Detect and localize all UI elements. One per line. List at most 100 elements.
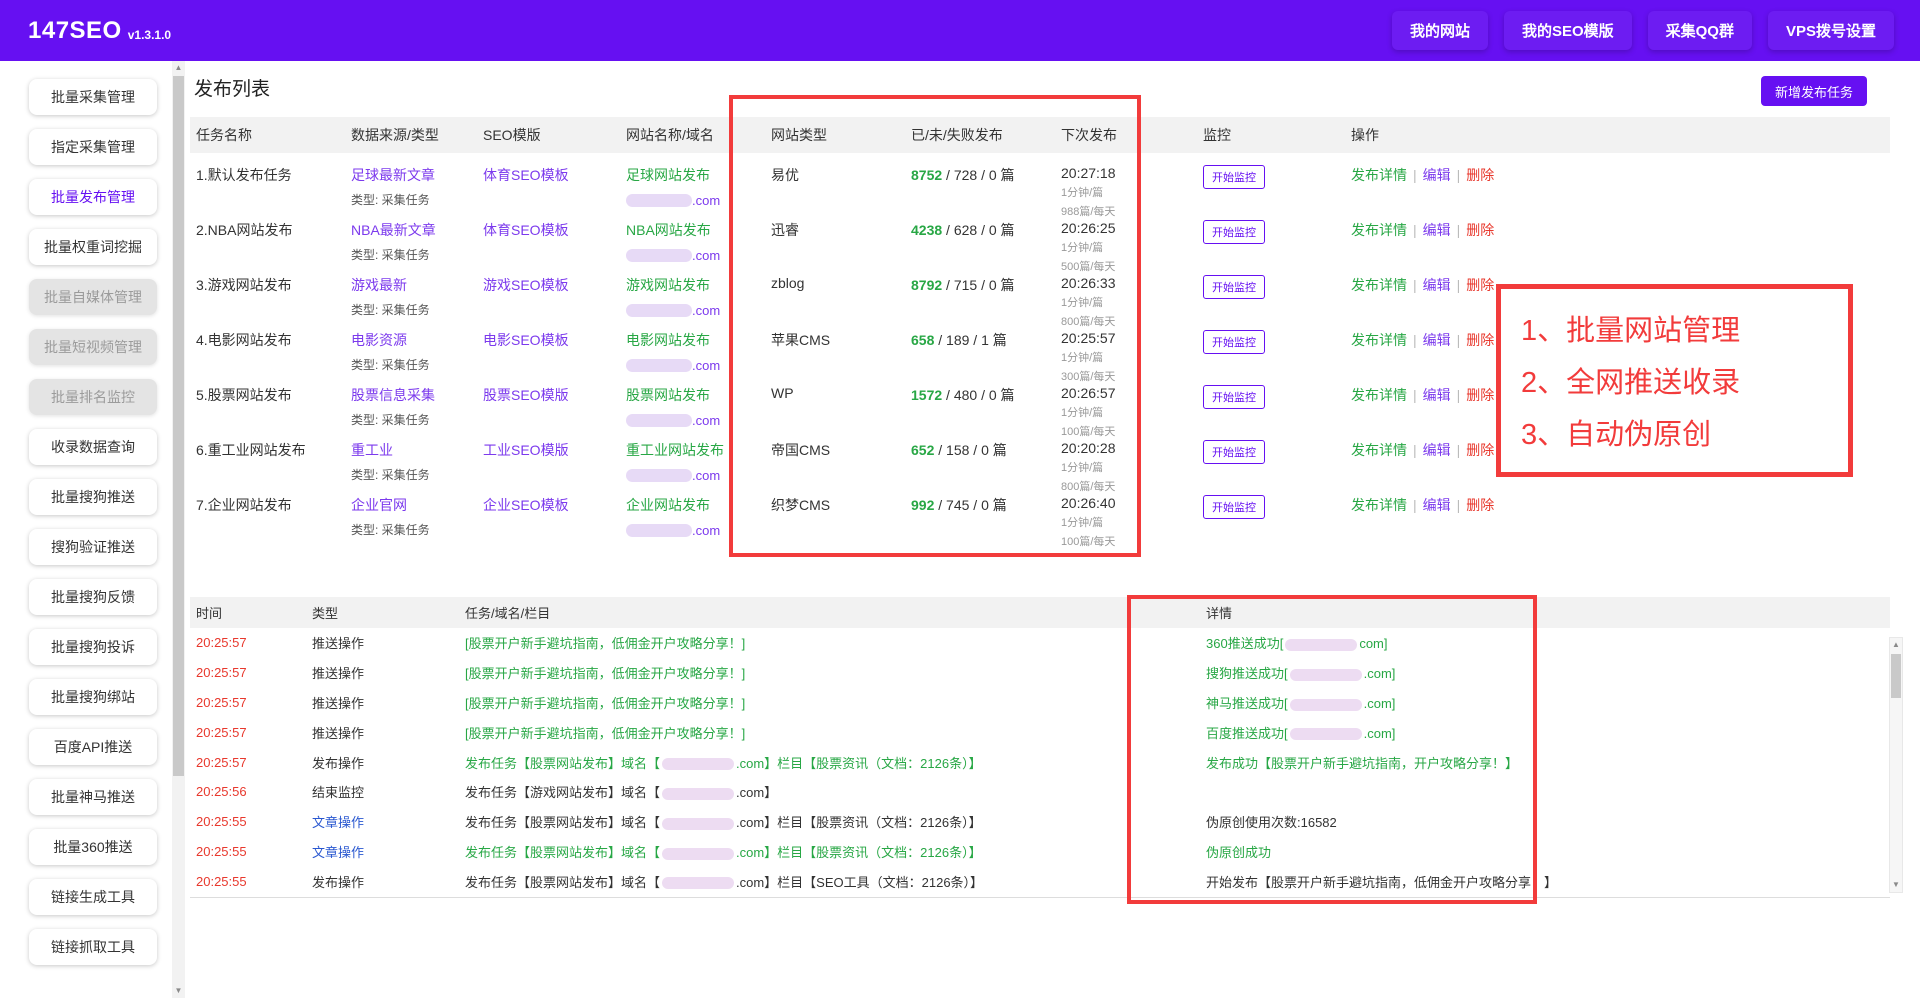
log-scrollbar[interactable]: ▲ ▼ — [1889, 637, 1903, 893]
publish-detail-link[interactable]: 发布详情 — [1351, 387, 1407, 403]
delete-link[interactable]: 删除 — [1466, 332, 1494, 348]
sidebar-item-batch-publish[interactable]: 批量发布管理 — [29, 179, 157, 215]
publish-rate: 1分钟/篇 — [1061, 294, 1191, 310]
delete-link[interactable]: 删除 — [1466, 167, 1494, 183]
start-monitor-button[interactable]: 开始监控 — [1203, 495, 1265, 519]
start-monitor-button[interactable]: 开始监控 — [1203, 440, 1265, 464]
delete-link[interactable]: 删除 — [1466, 277, 1494, 293]
publish-detail-link[interactable]: 发布详情 — [1351, 277, 1407, 293]
seo-template-link[interactable]: 体育SEO模板 — [483, 167, 569, 183]
sidebar-item-batch-collect[interactable]: 批量采集管理 — [29, 79, 157, 115]
publish-rate: 1分钟/篇 — [1061, 349, 1191, 365]
sidebar-item-sogou-feedback[interactable]: 批量搜狗反馈 — [29, 579, 157, 615]
edit-link[interactable]: 编辑 — [1423, 497, 1451, 513]
edit-link[interactable]: 编辑 — [1423, 167, 1451, 183]
redacted-domain — [1285, 639, 1357, 651]
redacted-domain — [626, 469, 692, 482]
data-source-link[interactable]: 企业官网 — [351, 497, 407, 513]
add-publish-task-button[interactable]: 新增发布任务 — [1761, 76, 1867, 106]
seo-template-link[interactable]: 电影SEO模板 — [483, 332, 569, 348]
annotation-line: 1、批量网站管理 — [1521, 305, 1848, 357]
delete-link[interactable]: 删除 — [1466, 387, 1494, 403]
redacted-domain — [662, 788, 734, 800]
source-type: 类型: 采集任务 — [351, 411, 471, 428]
scrollbar-thumb[interactable] — [1891, 654, 1901, 698]
delete-link[interactable]: 删除 — [1466, 497, 1494, 513]
seo-template-link[interactable]: 股票SEO模版 — [483, 387, 569, 403]
sidebar-item-rank-monitor[interactable]: 批量排名监控 — [29, 379, 157, 415]
sidebar-item-link-fetch[interactable]: 链接抓取工具 — [29, 929, 157, 965]
log-row: 20:25:57 推送操作 [股票开户新手避坑指南，低佣金开户攻略分享！] 36… — [190, 628, 1890, 658]
publish-detail-link[interactable]: 发布详情 — [1351, 442, 1407, 458]
data-source-link[interactable]: 足球最新文章 — [351, 167, 435, 183]
start-monitor-button[interactable]: 开始监控 — [1203, 330, 1265, 354]
start-monitor-button[interactable]: 开始监控 — [1203, 385, 1265, 409]
delete-link[interactable]: 删除 — [1466, 222, 1494, 238]
publish-detail-link[interactable]: 发布详情 — [1351, 222, 1407, 238]
log-type: 推送操作 — [306, 633, 459, 652]
edit-link[interactable]: 编辑 — [1423, 277, 1451, 293]
edit-link[interactable]: 编辑 — [1423, 332, 1451, 348]
data-source-link[interactable]: NBA最新文章 — [351, 222, 436, 238]
sidebar-item-shenma-push[interactable]: 批量神马推送 — [29, 779, 157, 815]
log-task: [股票开户新手避坑指南，低佣金开户攻略分享！] — [459, 693, 1200, 712]
sidebar-item-link-generate[interactable]: 链接生成工具 — [29, 879, 157, 915]
publish-table-header: 任务名称 数据来源/类型 SEO模版 网站名称/域名 网站类型 已/未/失败发布… — [190, 117, 1890, 153]
delete-link[interactable]: 删除 — [1466, 442, 1494, 458]
data-source-link[interactable]: 重工业 — [351, 442, 393, 458]
data-source-link[interactable]: 股票信息采集 — [351, 387, 435, 403]
log-task: 发布任务【股票网站发布】域名【.com】栏目【股票资讯（文档：2126条）】 — [459, 842, 1200, 861]
seo-template-link[interactable]: 企业SEO模板 — [483, 497, 569, 513]
seo-template-link[interactable]: 工业SEO模版 — [483, 442, 569, 458]
app-version: v1.3.1.0 — [128, 28, 171, 42]
sidebar-item-keyword-mining[interactable]: 批量权重词挖掘 — [29, 229, 157, 265]
edit-link[interactable]: 编辑 — [1423, 387, 1451, 403]
sidebar: 批量采集管理 指定采集管理 批量发布管理 批量权重词挖掘 批量自媒体管理 批量短… — [0, 61, 186, 998]
site-name: 电影网站发布 — [626, 332, 710, 348]
start-monitor-button[interactable]: 开始监控 — [1203, 165, 1265, 189]
redacted-domain — [1290, 669, 1362, 681]
seo-template-link[interactable]: 体育SEO模板 — [483, 222, 569, 238]
log-task: [股票开户新手避坑指南，低佣金开户攻略分享！] — [459, 633, 1200, 652]
publish-detail-link[interactable]: 发布详情 — [1351, 332, 1407, 348]
domain-suffix: .com — [692, 193, 720, 208]
redacted-domain — [626, 304, 692, 317]
publish-detail-link[interactable]: 发布详情 — [1351, 497, 1407, 513]
publish-detail-link[interactable]: 发布详情 — [1351, 167, 1407, 183]
log-type: 发布操作 — [306, 753, 459, 772]
start-monitor-button[interactable]: 开始监控 — [1203, 220, 1265, 244]
log-divider — [190, 897, 1890, 898]
scroll-up-icon[interactable]: ▲ — [172, 61, 185, 75]
sidebar-item-sogou-verify-push[interactable]: 搜狗验证推送 — [29, 529, 157, 565]
nav-collect-qq-group[interactable]: 采集QQ群 — [1648, 11, 1752, 50]
sidebar-item-sogou-push[interactable]: 批量搜狗推送 — [29, 479, 157, 515]
sidebar-scrollbar[interactable]: ▲ ▼ — [172, 61, 185, 998]
sidebar-item-self-media[interactable]: 批量自媒体管理 — [29, 279, 157, 315]
scroll-down-icon[interactable]: ▼ — [1890, 878, 1902, 892]
nav-vps-dial-settings[interactable]: VPS拨号设置 — [1768, 11, 1894, 50]
data-source-link[interactable]: 游戏最新 — [351, 277, 407, 293]
log-task: [股票开户新手避坑指南，低佣金开户攻略分享！] — [459, 663, 1200, 682]
edit-link[interactable]: 编辑 — [1423, 442, 1451, 458]
sidebar-item-360-push[interactable]: 批量360推送 — [29, 829, 157, 865]
nav-my-seo-templates[interactable]: 我的SEO模版 — [1504, 11, 1632, 50]
sidebar-item-assigned-collect[interactable]: 指定采集管理 — [29, 129, 157, 165]
publish-rate: 1分钟/篇 — [1061, 184, 1191, 200]
sidebar-item-short-video[interactable]: 批量短视频管理 — [29, 329, 157, 365]
sidebar-item-index-query[interactable]: 收录数据查询 — [29, 429, 157, 465]
seo-template-link[interactable]: 游戏SEO模板 — [483, 277, 569, 293]
nav-my-websites[interactable]: 我的网站 — [1392, 11, 1488, 50]
scrollbar-thumb[interactable] — [173, 76, 184, 776]
data-source-link[interactable]: 电影资源 — [351, 332, 407, 348]
col-data-source: 数据来源/类型 — [345, 125, 477, 145]
sidebar-item-sogou-bind[interactable]: 批量搜狗绑站 — [29, 679, 157, 715]
sidebar-item-baidu-api-push[interactable]: 百度API推送 — [29, 729, 157, 765]
scroll-down-icon[interactable]: ▼ — [172, 984, 185, 998]
publish-rate: 1分钟/篇 — [1061, 459, 1191, 475]
scroll-up-icon[interactable]: ▲ — [1890, 638, 1902, 652]
sidebar-item-sogou-complaint[interactable]: 批量搜狗投诉 — [29, 629, 157, 665]
page-title: 发布列表 — [194, 74, 270, 101]
edit-link[interactable]: 编辑 — [1423, 222, 1451, 238]
start-monitor-button[interactable]: 开始监控 — [1203, 275, 1265, 299]
redacted-domain — [626, 249, 692, 262]
